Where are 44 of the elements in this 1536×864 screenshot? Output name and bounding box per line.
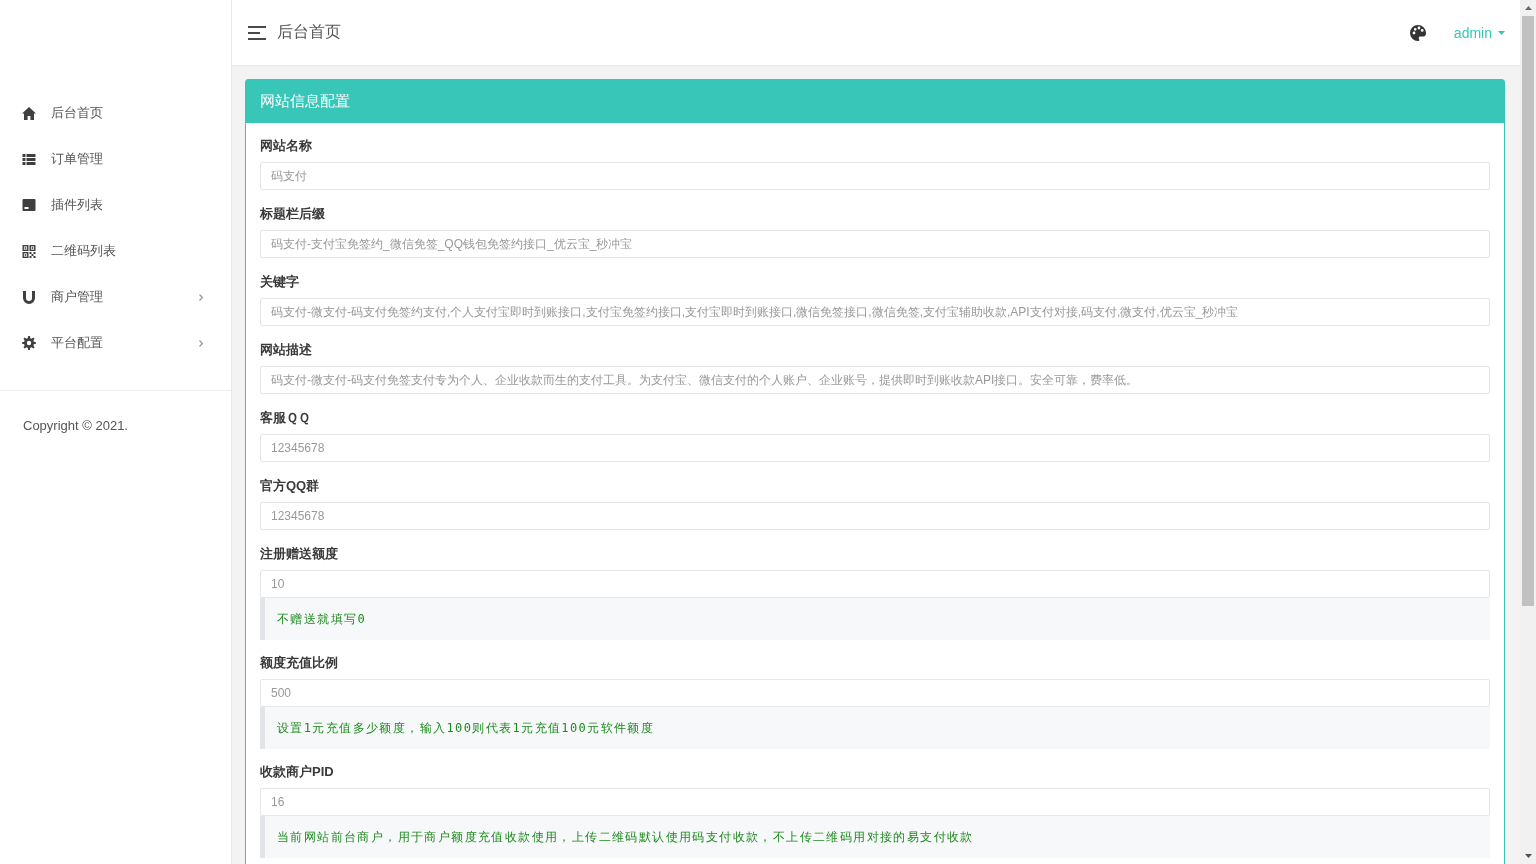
text-field[interactable]: 码支付-支付宝免签约_微信免签_QQ钱包免签约接口_优云宝_秒冲宝: [260, 230, 1490, 258]
copyright-text: Copyright © 2021.: [23, 418, 128, 433]
sidebar-item[interactable]: 二维码列表: [0, 228, 231, 274]
field-hint: 当前网站前台商户，用于商户额度充值收款使用，上传二维码默认使用码支付收款，不上传二维码用对接的易支付收款: [260, 816, 1490, 858]
list-icon: [22, 153, 36, 165]
sidebar-item[interactable]: 商户管理: [0, 274, 231, 320]
user-menu[interactable]: admin: [1453, 24, 1505, 41]
card-icon: [22, 199, 36, 211]
menu-icon[interactable]: [248, 25, 266, 40]
field-hint: 设置1元充值多少额度，输入100则代表1元充值100元软件额度: [260, 707, 1490, 749]
text-field[interactable]: 10: [260, 570, 1490, 598]
page-title: 后台首页: [277, 22, 341, 42]
sidebar-item[interactable]: 平台配置: [0, 320, 231, 366]
settings-icon: [22, 336, 36, 350]
text-field[interactable]: 码支付-微支付-码支付免签支付专为个人、企业收款而生的支付工具。为支付宝、微信支付的个人账户、企业账号，提供即时到账收款API接口。安全可靠，费率低。: [260, 366, 1490, 394]
field-label: 额度充值比例: [260, 654, 338, 672]
arrow-down-icon: [1524, 854, 1532, 858]
sidebar-item[interactable]: 插件列表: [0, 182, 231, 228]
field-label: 网站描述: [260, 341, 312, 359]
scrollbar[interactable]: [1520, 0, 1536, 864]
field-label: 注册赠送额度: [260, 545, 338, 563]
panel-title: 网站信息配置: [246, 80, 1504, 123]
caret-icon: [1498, 30, 1505, 35]
palette-icon[interactable]: [1409, 24, 1426, 41]
sidebar-item[interactable]: 后台首页: [0, 90, 231, 136]
field-label: 关键字: [260, 273, 299, 291]
field-label: 标题栏后缀: [260, 205, 325, 223]
text-field[interactable]: 码支付-微支付-码支付免签约支付,个人支付宝即时到账接口,支付宝免签约接口,支付宝即时到账接口,微信免签接口,微信免签,支付宝辅助收款,API支付对接,码支付,微支付,优云宝_秒冲宝: [260, 298, 1490, 326]
field-hint: 不赠送就填写0: [260, 598, 1490, 640]
text-field[interactable]: 12345678: [260, 502, 1490, 530]
text-field[interactable]: 500: [260, 679, 1490, 707]
field-label: 客服ＱＱ: [260, 409, 310, 427]
qr-code-icon: [22, 244, 36, 258]
field-label: 收款商户PID: [260, 763, 334, 781]
field-label: 官方QQ群: [260, 477, 320, 495]
arrow-up-icon: [1524, 6, 1532, 10]
magnet-icon: [22, 290, 36, 304]
text-field[interactable]: 码支付: [260, 162, 1490, 190]
home-icon: [22, 106, 36, 120]
sidebar-item[interactable]: 订单管理: [0, 136, 231, 182]
text-field[interactable]: 16: [260, 788, 1490, 816]
scrollbar-thumb[interactable]: [1522, 16, 1534, 606]
field-label: 网站名称: [260, 137, 312, 155]
text-field[interactable]: 12345678: [260, 434, 1490, 462]
